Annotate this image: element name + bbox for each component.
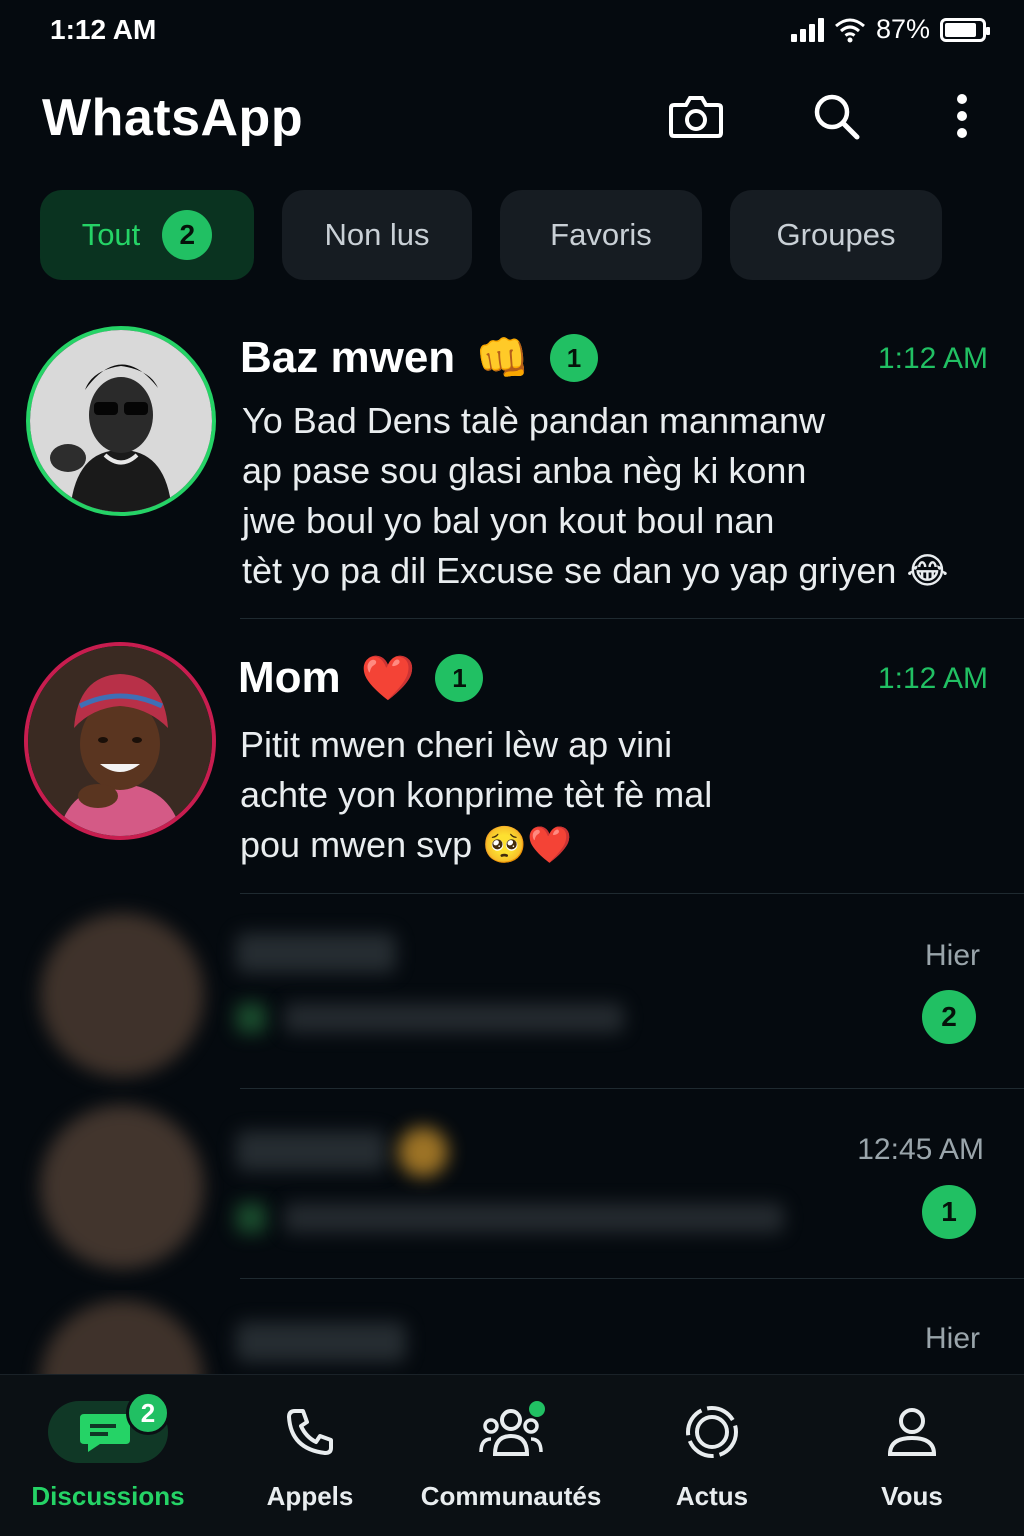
chat-preview: Yo Bad Dens talè pandan manmanw ap pase … [242,396,1002,596]
chat-row-blurred[interactable]: 12:45 AM 1 [0,1095,1024,1280]
nav-label: Discussions [31,1481,185,1511]
blurred-preview [284,1203,784,1233]
divider [240,1088,1024,1089]
filter-bar: Tout 2 Non lus Favoris Groupes [40,190,942,280]
more-vert-icon[interactable] [932,86,992,146]
chat-name: Mom ❤️ 1 [238,652,484,704]
status-time: 1:12 AM [50,14,157,45]
nav-vous[interactable]: Vous [812,1397,1012,1512]
nav-appels[interactable]: Appels [210,1397,410,1512]
chat-preview-line: ap pase sou glasi anba nèg ki konn [242,450,807,491]
blurred-name [236,1322,406,1362]
chat-preview-line: jwe boul yo bal yon kout boul nan [242,500,775,541]
nav-label: Communautés [420,1481,602,1511]
filter-chip-label: Non lus [324,217,430,252]
blurred-name [236,933,396,973]
chat-preview-line: Pitit mwen cheri lèw ap vini [240,724,673,765]
nav-label: Vous [881,1481,943,1511]
chat-time: 12:45 AM [857,1133,984,1166]
chat-name: Baz mwen 👊 1 [240,332,598,384]
avatar[interactable] [26,326,216,516]
nav-communautes[interactable]: Communautés [411,1397,611,1512]
profile-icon [887,1408,937,1456]
filter-chip-label: Favoris [550,217,652,252]
filter-unread-count: 2 [162,210,213,260]
nav-discussions[interactable]: 2 Discussions [8,1391,208,1512]
avatar[interactable] [40,913,204,1077]
chat-time: 1:12 AM [877,342,988,375]
status-bar: 1:12 AM 87% [0,0,1024,64]
chat-name-emoji: 👊 [475,334,530,383]
bottom-nav: 2 Discussions Appels Communautés Actus V… [0,1374,1024,1536]
blurred-name [236,1131,386,1171]
battery-icon [940,17,990,42]
chat-name-text: Mom [238,653,341,702]
chat-time: Hier [924,939,980,972]
avatar[interactable] [40,1300,204,1374]
battery-percent: 87% [875,14,930,44]
unread-badge: 1 [922,1185,976,1239]
filter-chip-tout[interactable]: Tout 2 [40,190,254,280]
chat-preview-line: tèt yo pa dil Excuse se dan yo yap griye… [242,550,949,591]
unread-badge: 1 [549,334,598,382]
nav-actus[interactable]: Actus [612,1397,812,1512]
filter-chip-non-lus[interactable]: Non lus [282,190,472,280]
chat-row-mom[interactable]: Mom ❤️ 1 1:12 AM Pitit mwen cheri lèw ap… [0,640,1024,895]
camera-icon[interactable] [666,86,726,146]
call-icon [236,1003,266,1033]
divider [240,893,1024,894]
chat-preview: Pitit mwen cheri lèw ap vini achte yon k… [240,720,1000,870]
chat-row-blurred[interactable]: Hier 2 [0,905,1024,1090]
app-title: WhatsApp [42,89,304,147]
chat-time: Hier [924,1322,980,1355]
unread-badge: 1 [435,654,484,702]
nav-badge: 2 [126,1391,170,1435]
nav-label: Appels [266,1481,354,1511]
status-indicators: 87% [790,14,990,45]
chat-time: 1:12 AM [877,662,988,695]
filter-chip-label: Tout [81,217,141,252]
app-header: WhatsApp [0,80,1024,160]
chat-name-text: Baz mwen [240,333,456,382]
blurred-emoji [398,1127,448,1177]
phone-icon [287,1409,333,1455]
chat-row-baz-mwen[interactable]: Baz mwen 👊 1 1:12 AM Yo Bad Dens talè pa… [0,320,1024,620]
divider [240,1278,1024,1279]
blurred-preview [284,1003,624,1033]
filter-chip-groupes[interactable]: Groupes [730,190,942,280]
chat-preview-line: pou mwen svp 🥺❤️ [240,824,572,865]
unread-badge: 2 [922,990,976,1044]
chat-preview-line: achte yon konprime tèt fè mal [240,774,713,815]
chat-name-emoji: ❤️ [360,654,416,703]
new-activity-dot [529,1401,545,1417]
chat-preview-line: Yo Bad Dens talè pandan manmanw [242,400,826,441]
call-icon [236,1203,266,1233]
filter-chip-label: Groupes [776,217,896,252]
avatar[interactable] [24,642,216,840]
signal-icon [790,17,824,42]
avatar[interactable] [40,1105,204,1269]
filter-chip-favoris[interactable]: Favoris [500,190,702,280]
search-icon[interactable] [806,86,866,146]
nav-label: Actus [675,1481,749,1511]
chat-row-blurred[interactable]: Hier [0,1290,1024,1374]
divider [240,618,1024,619]
wifi-icon [834,18,865,42]
status-icon [686,1406,738,1458]
